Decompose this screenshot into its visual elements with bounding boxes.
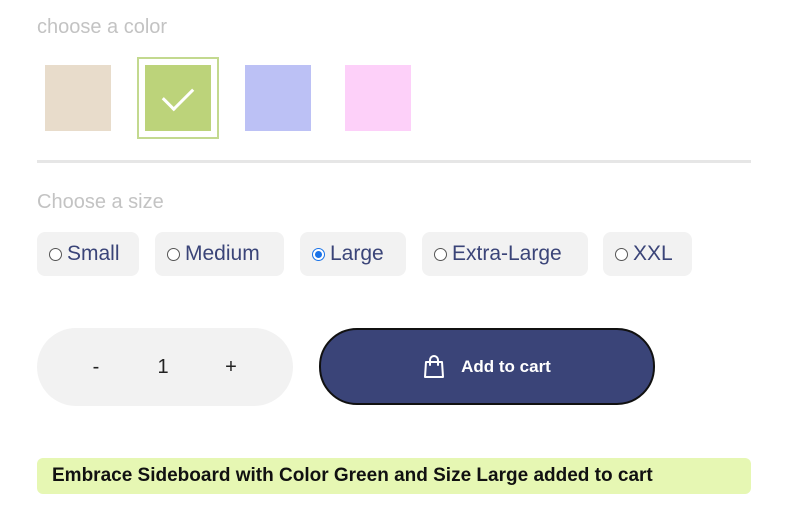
quantity-value: 1: [157, 356, 169, 378]
shopping-bag-icon: [423, 354, 445, 379]
size-section-label: Choose a size: [37, 191, 164, 213]
size-option-extra-large[interactable]: Extra-Large: [422, 232, 588, 276]
add-to-cart-button[interactable]: Add to cart: [319, 328, 655, 405]
size-option-label: XXL: [633, 242, 673, 265]
size-option-xxl[interactable]: XXL: [603, 232, 692, 276]
size-radio[interactable]: [167, 247, 180, 261]
color-swatch-green[interactable]: [137, 57, 219, 139]
increment-button[interactable]: +: [219, 328, 243, 406]
size-radio[interactable]: [49, 247, 62, 261]
decrement-button[interactable]: -: [84, 328, 108, 406]
quantity-stepper: - 1 +: [37, 328, 293, 406]
size-option-label: Medium: [185, 242, 260, 265]
size-radio[interactable]: [615, 247, 628, 261]
color-swatch-beige[interactable]: [45, 65, 111, 131]
size-option-label: Small: [67, 242, 120, 265]
size-option-medium[interactable]: Medium: [155, 232, 284, 276]
add-to-cart-label: Add to cart: [461, 356, 551, 376]
size-option-small[interactable]: Small: [37, 232, 139, 276]
checkmark-icon: [161, 79, 195, 112]
cart-notification: Embrace Sideboard with Color Green and S…: [37, 458, 751, 494]
size-option-label: Large: [330, 242, 384, 265]
section-divider: [37, 160, 751, 163]
size-option-large[interactable]: Large: [300, 232, 406, 276]
color-swatch-periwinkle[interactable]: [245, 65, 311, 131]
size-radio[interactable]: [434, 247, 447, 261]
color-section-label: choose a color: [37, 16, 168, 38]
color-swatch-pink[interactable]: [345, 65, 411, 131]
size-radio[interactable]: [312, 247, 325, 261]
size-option-label: Extra-Large: [452, 242, 562, 265]
